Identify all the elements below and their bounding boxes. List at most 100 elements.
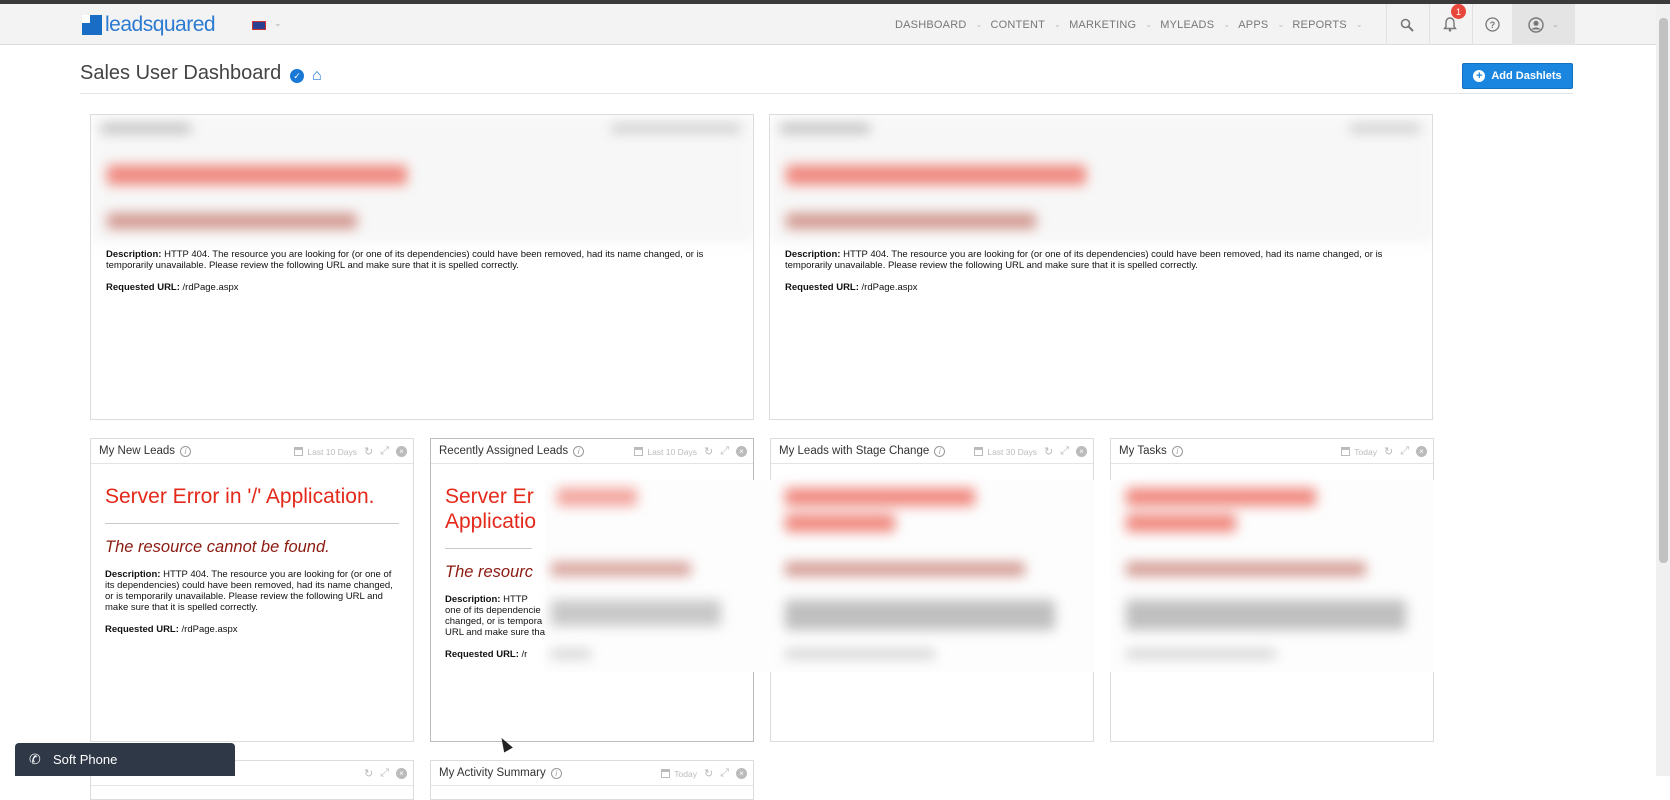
close-icon[interactable]: × [1416,446,1427,457]
info-icon[interactable]: i [550,767,562,779]
info-icon[interactable]: i [180,445,192,457]
error-subtitle: The resource cannot be found. [105,538,330,556]
date-range[interactable]: Last 10 Days [634,447,697,457]
chevron-down-icon: ⌄ [1054,20,1062,29]
dashlet-header: Recently Assigned Leads i Last 10 Days ↻… [431,439,753,464]
calendar-icon [294,447,304,456]
error-divider [445,548,532,549]
notification-badge: 1 [1451,4,1466,19]
refresh-icon[interactable]: ↻ [364,767,373,780]
chevron-down-icon: ⌄ [975,20,983,29]
close-icon[interactable]: × [736,768,747,779]
nav-reports[interactable]: REPORTS ⌄ [1292,4,1370,45]
url-value: /rdPage.aspx [858,282,918,293]
dashlet-header: My Activity Summary i Today ↻ ⤢ × [431,761,753,786]
expand-icon[interactable]: ⤢ [720,767,729,780]
desc-label: Description: [785,249,841,260]
url-value: /rdPage.aspx [179,282,239,293]
nav-marketing[interactable]: MARKETING ⌄ [1069,4,1160,45]
desc-text: HTTP 404. The resource you are looking f… [106,249,704,271]
plus-icon: + [1473,70,1486,82]
soft-phone-bar[interactable]: ✆ Soft Phone [15,743,235,776]
dashlet-tools: Last 10 Days ↻ ⤢ × [634,439,747,464]
chevron-down-icon: ⌄ [1355,20,1363,29]
title-divider [80,93,1573,94]
url-value: /rdPage.aspx [178,624,238,635]
date-range-label: Last 30 Days [987,446,1037,457]
refresh-icon[interactable]: ↻ [364,445,373,458]
home-icon[interactable]: ⌂ [312,67,322,85]
close-icon[interactable]: × [396,768,407,779]
refresh-icon[interactable]: ↻ [704,445,713,458]
date-range[interactable]: Last 30 Days [974,447,1037,457]
chevron-down-icon: ⌄ [1277,20,1285,29]
error-divider [105,523,399,524]
nav-label: MARKETING [1069,18,1137,31]
blurred-overlay [1110,480,1434,672]
nav-apps[interactable]: APPS ⌄ [1238,4,1292,45]
search-icon[interactable] [1386,4,1426,45]
dashlet-tools: Today ↻ ⤢ × [1341,439,1427,464]
blurred-overlay [545,480,1095,672]
scrollbar-thumb[interactable] [1659,18,1668,563]
nav-label: CONTENT [990,18,1046,31]
expand-icon[interactable]: ⤢ [1400,445,1409,458]
error-title: Server Er Applicatio [445,485,537,533]
logo[interactable]: leadsquared [82,13,216,36]
nav-dashboard[interactable]: DASHBOARD ⌄ [895,4,990,45]
chevron-down-icon: ⌄ [1145,20,1153,29]
refresh-icon[interactable]: ↻ [1044,445,1053,458]
dashlet-my-activity-summary: My Activity Summary i Today ↻ ⤢ × [430,760,754,800]
dashlet-tools: Last 30 Days ↻ ⤢ × [974,439,1087,464]
dashlet-header: My Leads with Stage Change i Last 30 Day… [771,439,1093,464]
info-icon[interactable]: i [1171,445,1183,457]
logo-text: leadsquared [105,13,216,36]
url-label: Requested URL: [106,282,180,293]
error-subtitle: The resourc [445,563,534,581]
nav-label: DASHBOARD [895,18,967,31]
add-dashlets-button[interactable]: + Add Dashlets [1462,63,1573,89]
error-title: Server Error in '/' Application. [105,485,375,508]
dashlet-title: My New Leads [99,445,176,457]
blurred-region [1110,480,1434,672]
error-description: Description: HTTP 404. The resource you … [785,249,1415,293]
blurred-region [545,480,1095,672]
date-range[interactable]: Today [661,769,697,779]
expand-icon[interactable]: ⤢ [380,445,389,458]
expand-icon[interactable]: ⤢ [720,445,729,458]
help-icon[interactable]: ? [1472,4,1512,45]
expand-icon[interactable]: ⤢ [1060,445,1069,458]
refresh-icon[interactable]: ↻ [1384,445,1393,458]
language-flag-icon[interactable] [252,21,266,30]
dashlet-tools: Today ↻ ⤢ × [661,761,747,786]
url-label: Requested URL: [785,282,859,293]
dashlet-top-left: Description: HTTP 404. The resource you … [90,114,754,420]
close-icon[interactable]: × [736,446,747,457]
date-range-label: Last 10 Days [647,446,697,457]
dashlet-body: Server Er Applicatio The resourc Descript… [431,464,546,660]
main-nav: DASHBOARD ⌄ CONTENT ⌄ MARKETING ⌄ MYLEADS ⌄ … [895,4,1371,45]
close-icon[interactable]: × [396,446,407,457]
date-range[interactable]: Today [1341,447,1377,457]
error-description: Description: HTTP one of its dependencie c… [445,594,545,638]
calendar-icon [1341,447,1351,456]
dashlet-body: Server Error in '/' Application. The res… [91,484,413,635]
chevron-down-icon[interactable]: ⌄ [274,18,282,29]
nav-content[interactable]: CONTENT ⌄ [990,4,1069,45]
nav-myleads[interactable]: MYLEADS ⌄ [1160,4,1238,45]
close-icon[interactable]: × [1076,446,1087,457]
expand-icon[interactable]: ⤢ [380,767,389,780]
refresh-icon[interactable]: ↻ [704,767,713,780]
info-icon[interactable]: i [934,445,946,457]
nav-label: APPS [1238,18,1269,31]
user-avatar-icon [1528,16,1544,33]
user-menu[interactable]: ⌄ [1512,4,1575,45]
dashlet-tools: Last 10 Days ↻ ⤢ × [294,439,407,464]
chevron-down-icon: ⌄ [1223,20,1231,29]
verified-check-icon: ✓ [290,69,304,83]
info-icon[interactable]: i [573,445,585,457]
nav-label: MYLEADS [1160,18,1215,31]
desc-label: Description: [105,569,161,580]
page-title: Sales User Dashboard [80,62,282,84]
date-range[interactable]: Last 10 Days [294,447,357,457]
